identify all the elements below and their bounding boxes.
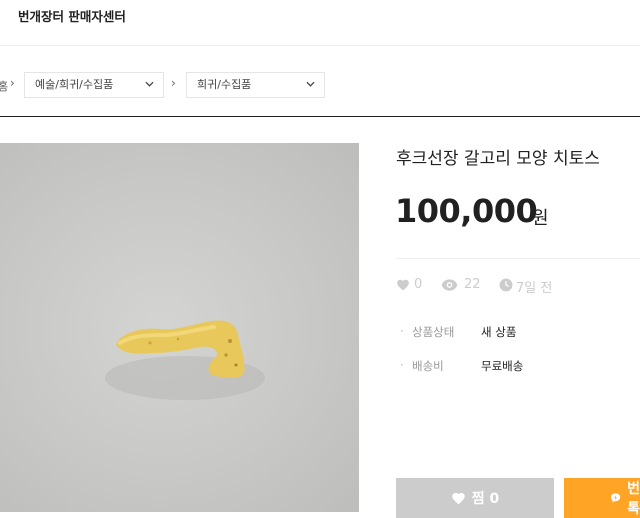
breadcrumb-separator-icon: › (171, 76, 176, 90)
stats-divider (396, 258, 640, 259)
condition-label: 상품상태 (412, 325, 455, 339)
likes-count: 0 (414, 277, 423, 292)
product-photo[interactable] (0, 143, 359, 512)
breadcrumb-divider (0, 116, 640, 117)
breadcrumb-home[interactable]: 홈 (0, 78, 8, 94)
product-price: 100,000 (395, 192, 538, 230)
views-count: 22 (464, 277, 481, 292)
clock-icon (499, 278, 513, 292)
eye-icon (441, 279, 458, 291)
chevron-down-icon (145, 81, 154, 87)
shipping-label: 배송비 (412, 359, 444, 373)
header-divider (0, 45, 640, 46)
seller-center-link[interactable]: 번개장터 판매자센터 (18, 6, 126, 25)
likes-stat: 0 (396, 276, 426, 296)
views-stat: 22 (441, 276, 486, 296)
breadcrumb-separator-icon: › (10, 76, 15, 90)
price-currency: 원 (532, 208, 549, 229)
chat-button[interactable]: 번개톡 (564, 478, 640, 518)
category-select-1-label: 예술/희귀/수집품 (35, 78, 114, 91)
heart-icon (397, 279, 409, 291)
cheetos-snack-photo (105, 320, 265, 400)
heart-icon (452, 492, 465, 505)
zzim-label: 찜 0 (471, 491, 500, 507)
bullet-icon: · (400, 324, 404, 338)
zzim-button[interactable]: 찜 0 (396, 478, 554, 518)
bullet-icon: · (400, 358, 404, 372)
shipping-value: 무료배송 (481, 359, 524, 373)
condition-value: 새 상품 (481, 325, 517, 339)
category-select-2-label: 희귀/수집품 (197, 78, 252, 91)
posted-stat: 7일 전 (499, 276, 559, 296)
posted-time: 7일 전 (516, 281, 553, 296)
chat-bubble-icon (610, 493, 621, 503)
chevron-down-icon (306, 81, 315, 87)
category-select-2[interactable]: 희귀/수집품 (186, 72, 325, 98)
product-title: 후크선장 갈고리 모양 치토스 (396, 149, 600, 169)
chat-label: 번개톡 (627, 481, 640, 517)
category-select-1[interactable]: 예술/희귀/수집품 (24, 72, 164, 98)
